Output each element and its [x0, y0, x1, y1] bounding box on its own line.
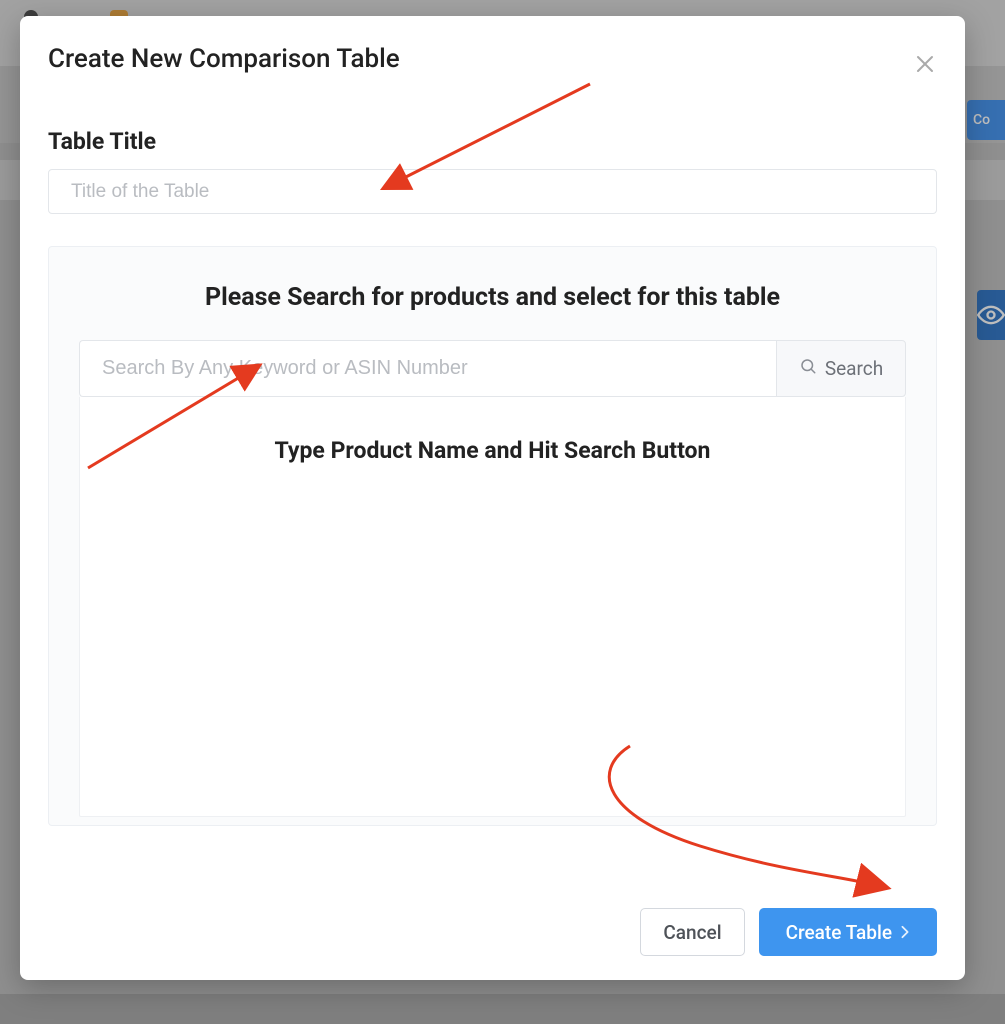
cancel-button[interactable]: Cancel	[640, 908, 744, 956]
search-button-label: Search	[825, 357, 883, 380]
search-results-area: Type Product Name and Hit Search Button	[79, 397, 906, 817]
create-comparison-modal: Create New Comparison Table Table Title …	[20, 16, 965, 980]
search-heading: Please Search for products and select fo…	[79, 283, 906, 312]
modal-title: Create New Comparison Table	[48, 44, 937, 74]
search-icon	[799, 357, 817, 380]
search-row: Search	[79, 340, 906, 397]
table-title-label: Table Title	[48, 128, 937, 155]
table-title-input[interactable]	[48, 169, 937, 214]
chevron-right-icon	[900, 921, 910, 944]
cancel-button-label: Cancel	[663, 921, 721, 944]
search-button[interactable]: Search	[776, 340, 906, 397]
search-results-hint: Type Product Name and Hit Search Button	[80, 437, 905, 464]
close-button[interactable]	[913, 52, 937, 76]
product-search-panel: Please Search for products and select fo…	[48, 246, 937, 826]
create-table-button-label: Create Table	[786, 921, 892, 944]
product-search-input[interactable]	[79, 340, 776, 397]
modal-footer: Cancel Create Table	[640, 908, 937, 956]
create-table-button[interactable]: Create Table	[759, 908, 937, 956]
